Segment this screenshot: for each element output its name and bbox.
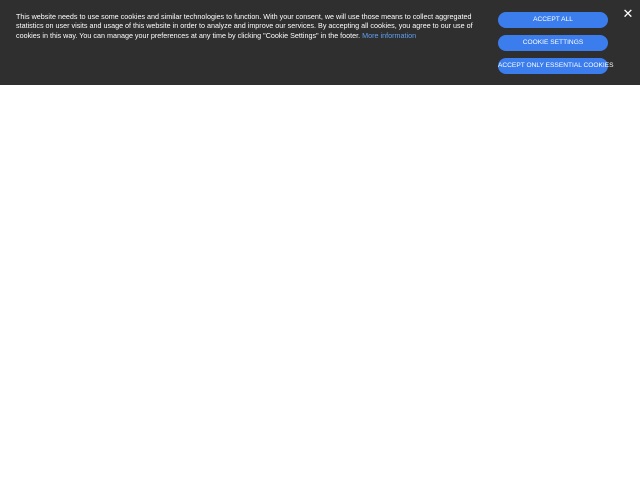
close-icon[interactable]: ✕	[620, 6, 636, 22]
cookie-message: This website needs to use some cookies a…	[16, 12, 478, 40]
more-information-link[interactable]: More information	[362, 31, 416, 40]
accept-essential-cookies-button[interactable]: ACCEPT ONLY ESSENTIAL COOKIES	[498, 58, 614, 74]
accept-all-button[interactable]: ACCEPT ALL	[498, 12, 608, 28]
page-content-area	[0, 85, 640, 480]
cookie-settings-button[interactable]: COOKIE SETTINGS	[498, 35, 608, 51]
cookie-banner: This website needs to use some cookies a…	[0, 0, 640, 85]
